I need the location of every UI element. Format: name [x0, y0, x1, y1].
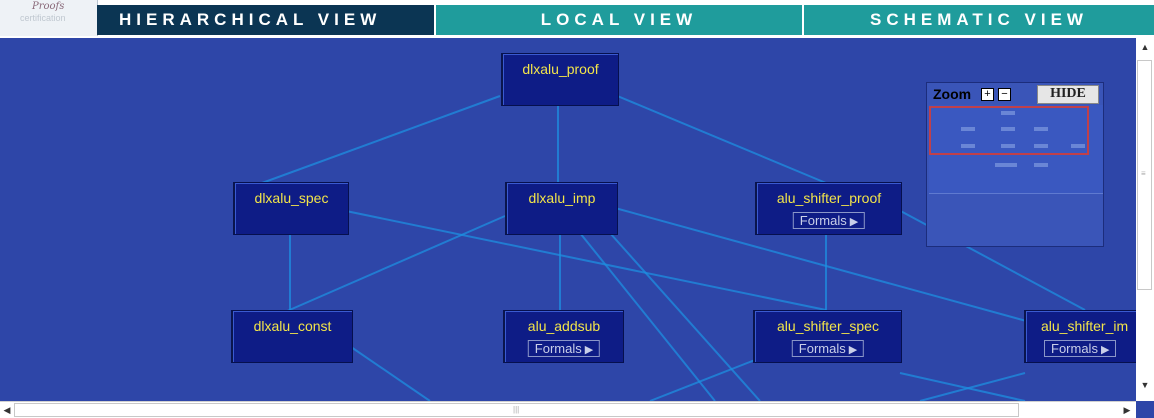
formals-button[interactable]: Formals ▶: [791, 340, 865, 357]
zoom-panel-header: Zoom + − HIDE: [927, 83, 1103, 105]
graph-edge: [614, 94, 827, 184]
minimap-viewport[interactable]: [929, 106, 1089, 155]
node-label: dlxalu_proof: [522, 61, 599, 77]
zoom-in-button[interactable]: +: [981, 88, 994, 101]
node-label: dlxalu_const: [253, 318, 332, 334]
graph-node-dlxalu-proof[interactable]: dlxalu_proof: [501, 53, 619, 106]
zoom-label: Zoom: [933, 86, 972, 102]
horizontal-scroll-thumb[interactable]: |||: [14, 403, 1019, 417]
play-arrow-icon: ▶: [849, 216, 859, 228]
formals-label: Formals: [1051, 341, 1098, 356]
graph-node-alu-shifter-im[interactable]: alu_shifter_im Formals ▶: [1024, 310, 1136, 363]
scroll-left-icon[interactable]: ◀: [0, 403, 14, 417]
play-arrow-icon: ▶: [848, 344, 858, 356]
scroll-right-icon[interactable]: ▶: [1120, 403, 1134, 417]
zoom-panel: Zoom + − HIDE: [926, 82, 1104, 247]
formals-button[interactable]: Formals ▶: [1044, 340, 1117, 357]
tab-schematic-view[interactable]: SCHEMATIC VIEW: [802, 5, 1154, 35]
formals-label: Formals: [798, 341, 846, 356]
grip-icon: ≡: [1141, 169, 1146, 178]
play-arrow-icon: ▶: [1100, 344, 1110, 356]
graph-edge: [261, 95, 501, 184]
play-arrow-icon: ▶: [584, 344, 594, 356]
node-label: alu_shifter_spec: [777, 318, 879, 334]
node-label: alu_shifter_proof: [776, 190, 882, 206]
minimap-node: [995, 163, 1017, 167]
graph-edge: [609, 232, 761, 401]
zoom-out-button[interactable]: −: [998, 88, 1011, 101]
scrollbar-corner: [1136, 401, 1154, 418]
vertical-scroll-thumb[interactable]: ≡: [1137, 60, 1152, 290]
minimap[interactable]: [929, 105, 1103, 194]
graph-canvas[interactable]: dlxalu_proof dlxalu_spec dlxalu_imp alu_…: [0, 38, 1136, 401]
tab-local-view[interactable]: LOCAL VIEW: [434, 5, 802, 35]
horizontal-scrollbar[interactable]: ◀ ||| ▶: [0, 401, 1136, 418]
scroll-up-icon[interactable]: ▲: [1138, 40, 1152, 54]
scroll-down-icon[interactable]: ▼: [1138, 378, 1152, 392]
node-label: alu_addsub: [527, 318, 601, 334]
node-label: dlxalu_spec: [254, 190, 329, 206]
vertical-scrollbar[interactable]: ▲ ≡ ▼: [1136, 38, 1154, 401]
formals-label: Formals: [799, 213, 847, 228]
graph-node-dlxalu-const[interactable]: dlxalu_const: [231, 310, 353, 363]
tab-hierarchical-view[interactable]: HIERARCHICAL VIEW: [97, 5, 434, 35]
graph-node-alu-addsub[interactable]: alu_addsub Formals ▶: [503, 310, 624, 363]
logo-text: Proofs: [32, 1, 65, 12]
minimap-node: [1034, 163, 1048, 167]
node-label: dlxalu_imp: [528, 190, 596, 206]
grip-icon: |||: [513, 405, 520, 414]
formals-button[interactable]: Formals ▶: [527, 340, 601, 357]
graph-node-dlxalu-imp[interactable]: dlxalu_imp: [505, 182, 618, 235]
graph-node-dlxalu-spec[interactable]: dlxalu_spec: [233, 182, 349, 235]
hide-zoom-button[interactable]: HIDE: [1037, 85, 1099, 104]
graph-node-alu-shifter-spec[interactable]: alu_shifter_spec Formals ▶: [753, 310, 902, 363]
top-bar: Proofs certification HIERARCHICAL VIEW L…: [0, 0, 1154, 38]
formals-label: Formals: [534, 341, 582, 356]
formals-button[interactable]: Formals ▶: [792, 212, 866, 229]
graph-edge: [649, 357, 761, 401]
graph-node-alu-shifter-proof[interactable]: alu_shifter_proof Formals ▶: [755, 182, 902, 235]
node-label: alu_shifter_im: [1041, 318, 1129, 334]
logo-subtext: certification: [20, 13, 66, 23]
app-logo: Proofs certification: [0, 0, 98, 36]
